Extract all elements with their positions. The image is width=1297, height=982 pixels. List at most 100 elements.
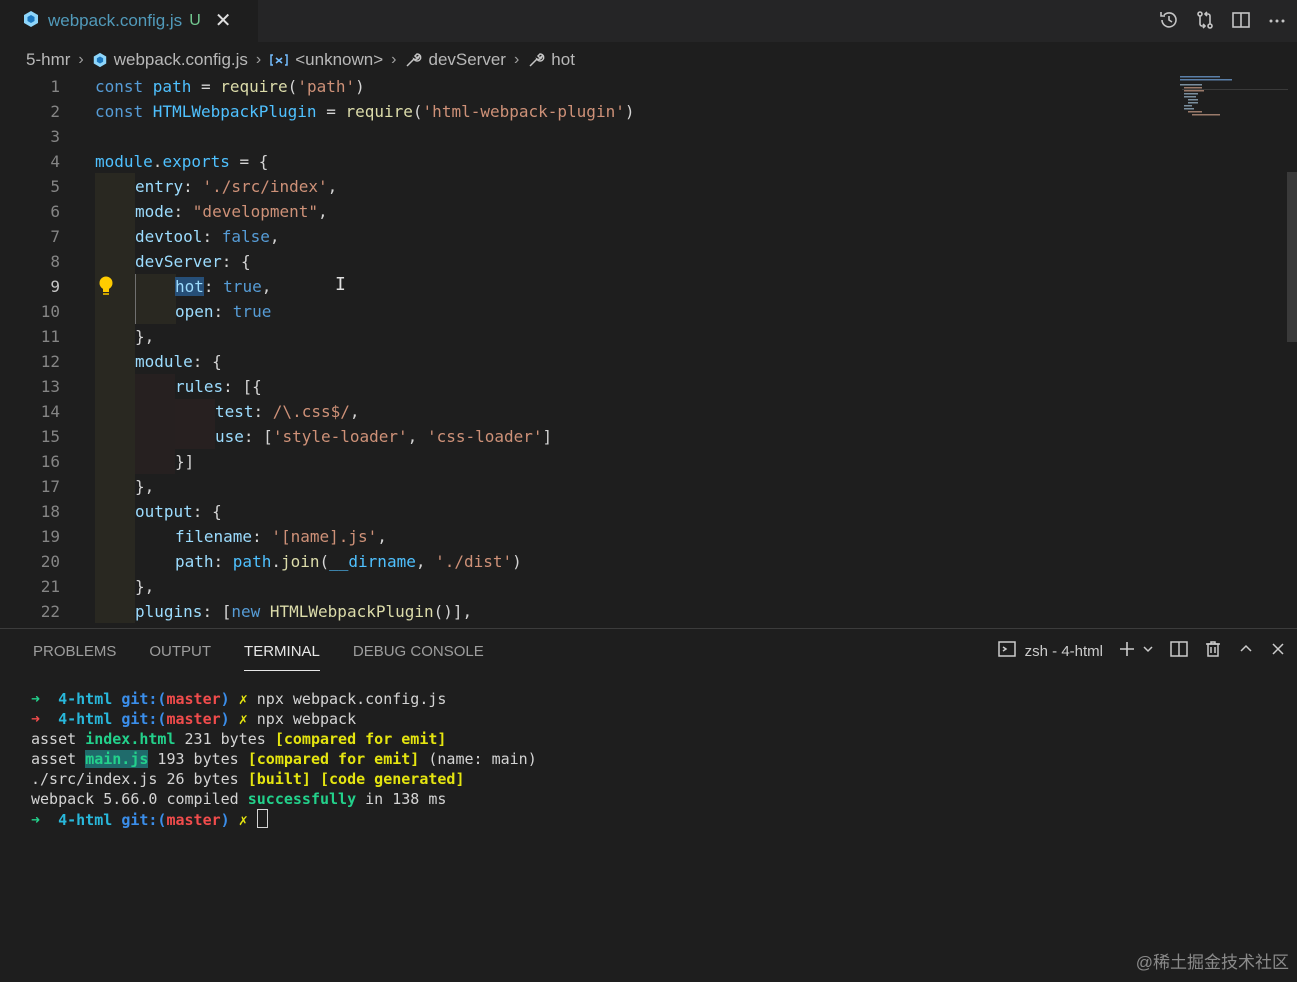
code-token: : [ xyxy=(243,427,273,446)
plus-icon[interactable] xyxy=(1117,639,1137,663)
line-number: 1 xyxy=(50,77,60,96)
split-terminal-icon[interactable] xyxy=(1169,639,1189,663)
code-line[interactable]: 18 output: { xyxy=(0,499,1170,524)
code-token: = { xyxy=(229,152,269,171)
code-line[interactable]: 11}, xyxy=(0,324,1170,349)
lightbulb-icon[interactable] xyxy=(97,275,115,302)
code-line[interactable]: 17}, xyxy=(0,474,1170,499)
code-token: HTMLWebpackPlugin xyxy=(152,102,317,121)
code-token: false xyxy=(221,227,270,246)
code-line[interactable]: 21}, xyxy=(0,574,1170,599)
code-editor[interactable]: 1 const path = require('path') 2 const HTML… xyxy=(0,74,1297,626)
code-text: const path = require('path') xyxy=(95,74,365,99)
code-token: ( xyxy=(287,77,298,96)
vertical-scrollbar[interactable] xyxy=(1287,172,1297,342)
code-line[interactable]: 3 xyxy=(0,124,1170,149)
tab-debug-console[interactable]: DEBUG CONSOLE xyxy=(353,643,484,671)
terminal-token: ➜ xyxy=(31,710,59,728)
terminal-output[interactable]: ➜ 4-html git:(master) ✗ npx webpack.conf… xyxy=(31,689,537,830)
code-token: './src/index' xyxy=(202,177,328,196)
trash-icon[interactable] xyxy=(1203,639,1223,663)
minimap[interactable] xyxy=(1178,74,1288,134)
chevron-right-icon: › xyxy=(78,51,84,68)
code-token: open xyxy=(175,302,214,321)
code-line[interactable]: 1 const path = require('path') xyxy=(0,74,1170,99)
breadcrumb: 5-hmr › webpack.config.js › <unknown> › … xyxy=(26,48,575,72)
tab-problems[interactable]: PROBLEMS xyxy=(33,643,116,671)
terminal-token: master xyxy=(166,811,221,829)
code-token: plugins xyxy=(135,602,203,621)
editor-tab-bar: webpack.config.js U ✕ xyxy=(0,0,1297,42)
code-text: open: true xyxy=(175,299,271,324)
code-text: devtool: false, xyxy=(135,224,280,249)
compare-changes-icon[interactable] xyxy=(1193,6,1217,34)
code-token: exports xyxy=(162,152,230,171)
code-line[interactable]: 15 use: ['style-loader', 'css-loader'] xyxy=(0,424,1170,449)
more-actions-icon[interactable] xyxy=(1265,6,1289,34)
code-line[interactable]: 10 open: true xyxy=(0,299,1170,324)
code-token: . xyxy=(152,152,163,171)
code-line[interactable]: 6 mode: "development", xyxy=(0,199,1170,224)
code-token: 'css-loader' xyxy=(426,427,543,446)
code-line[interactable]: 22 plugins: [new HTMLWebpackPlugin()], xyxy=(0,599,1170,624)
terminal-selector[interactable]: zsh - 4-html xyxy=(997,639,1103,663)
code-line[interactable]: 12 module: { xyxy=(0,349,1170,374)
breadcrumb-folder[interactable]: 5-hmr xyxy=(26,50,70,70)
terminal-token: ✗ xyxy=(229,811,257,829)
code-token: : xyxy=(253,402,273,421)
tab-label: webpack.config.js xyxy=(48,11,183,30)
terminal-cursor xyxy=(256,809,268,828)
terminal-token: git:( xyxy=(121,710,167,728)
code-token: __dirname xyxy=(329,552,416,571)
chevron-down-icon[interactable] xyxy=(1141,642,1155,660)
code-line[interactable]: 19 filename: '[name].js', xyxy=(0,524,1170,549)
code-token: 'path' xyxy=(297,77,356,96)
wrench-icon xyxy=(527,51,545,69)
chevron-right-icon: › xyxy=(513,51,520,68)
code-token: }, xyxy=(135,327,155,346)
line-number: 3 xyxy=(50,127,60,146)
terminal-token: asset xyxy=(31,730,86,748)
code-line[interactable]: 20 path: path.join(__dirname, './dist') xyxy=(0,549,1170,574)
code-token: ( xyxy=(412,102,423,121)
terminal-token: [compared for emit] xyxy=(274,730,447,748)
line-number: 13 xyxy=(40,377,60,396)
code-token: , xyxy=(377,527,387,546)
code-token: = xyxy=(316,102,346,121)
tab-output[interactable]: OUTPUT xyxy=(149,643,211,671)
breadcrumb-file[interactable]: webpack.config.js xyxy=(114,50,248,70)
breadcrumb-devserver[interactable]: devServer xyxy=(428,50,505,70)
code-line[interactable]: 13 rules: [{ xyxy=(0,374,1170,399)
terminal-token: ) xyxy=(220,690,230,708)
tab-webpack-config[interactable]: webpack.config.js U ✕ xyxy=(0,0,258,42)
code-line[interactable]: 4 module.exports = { xyxy=(0,149,1170,174)
terminal-token: ✗ xyxy=(229,690,257,708)
close-icon[interactable] xyxy=(1269,640,1287,662)
tab-terminal[interactable]: TERMINAL xyxy=(244,643,320,671)
code-token: const xyxy=(95,77,153,96)
breadcrumb-symbol-unknown[interactable]: <unknown> xyxy=(295,50,383,70)
chevron-right-icon: › xyxy=(391,51,397,68)
split-editor-icon[interactable] xyxy=(1229,6,1253,34)
code-token: : [{ xyxy=(223,377,262,396)
code-line[interactable]: 8 devServer: { xyxy=(0,249,1170,274)
code-line[interactable]: 16}] xyxy=(0,449,1170,474)
chevron-up-icon[interactable] xyxy=(1237,640,1255,662)
code-line[interactable]: 9 hot: true, xyxy=(0,274,1170,299)
code-token: devtool xyxy=(135,227,203,246)
code-line[interactable]: 5 entry: './src/index', xyxy=(0,174,1170,199)
code-token: path xyxy=(232,552,272,571)
breadcrumb-hot[interactable]: hot xyxy=(551,50,575,70)
code-line[interactable]: 2 const HTMLWebpackPlugin = require('html… xyxy=(0,99,1170,124)
code-line[interactable]: 14 test: /\.css$/, xyxy=(0,399,1170,424)
line-number: 12 xyxy=(40,352,60,371)
close-icon[interactable]: ✕ xyxy=(215,11,232,31)
terminal-token: [built] [code generated] xyxy=(247,770,465,788)
editor-actions xyxy=(1157,6,1289,34)
panel-actions: zsh - 4-html xyxy=(997,639,1287,663)
history-icon[interactable] xyxy=(1157,6,1181,34)
code-line[interactable]: 7 devtool: false, xyxy=(0,224,1170,249)
terminal-token: [compared for emit] xyxy=(247,750,420,768)
code-token: path xyxy=(175,552,214,571)
terminal-token: index.html xyxy=(85,730,176,748)
